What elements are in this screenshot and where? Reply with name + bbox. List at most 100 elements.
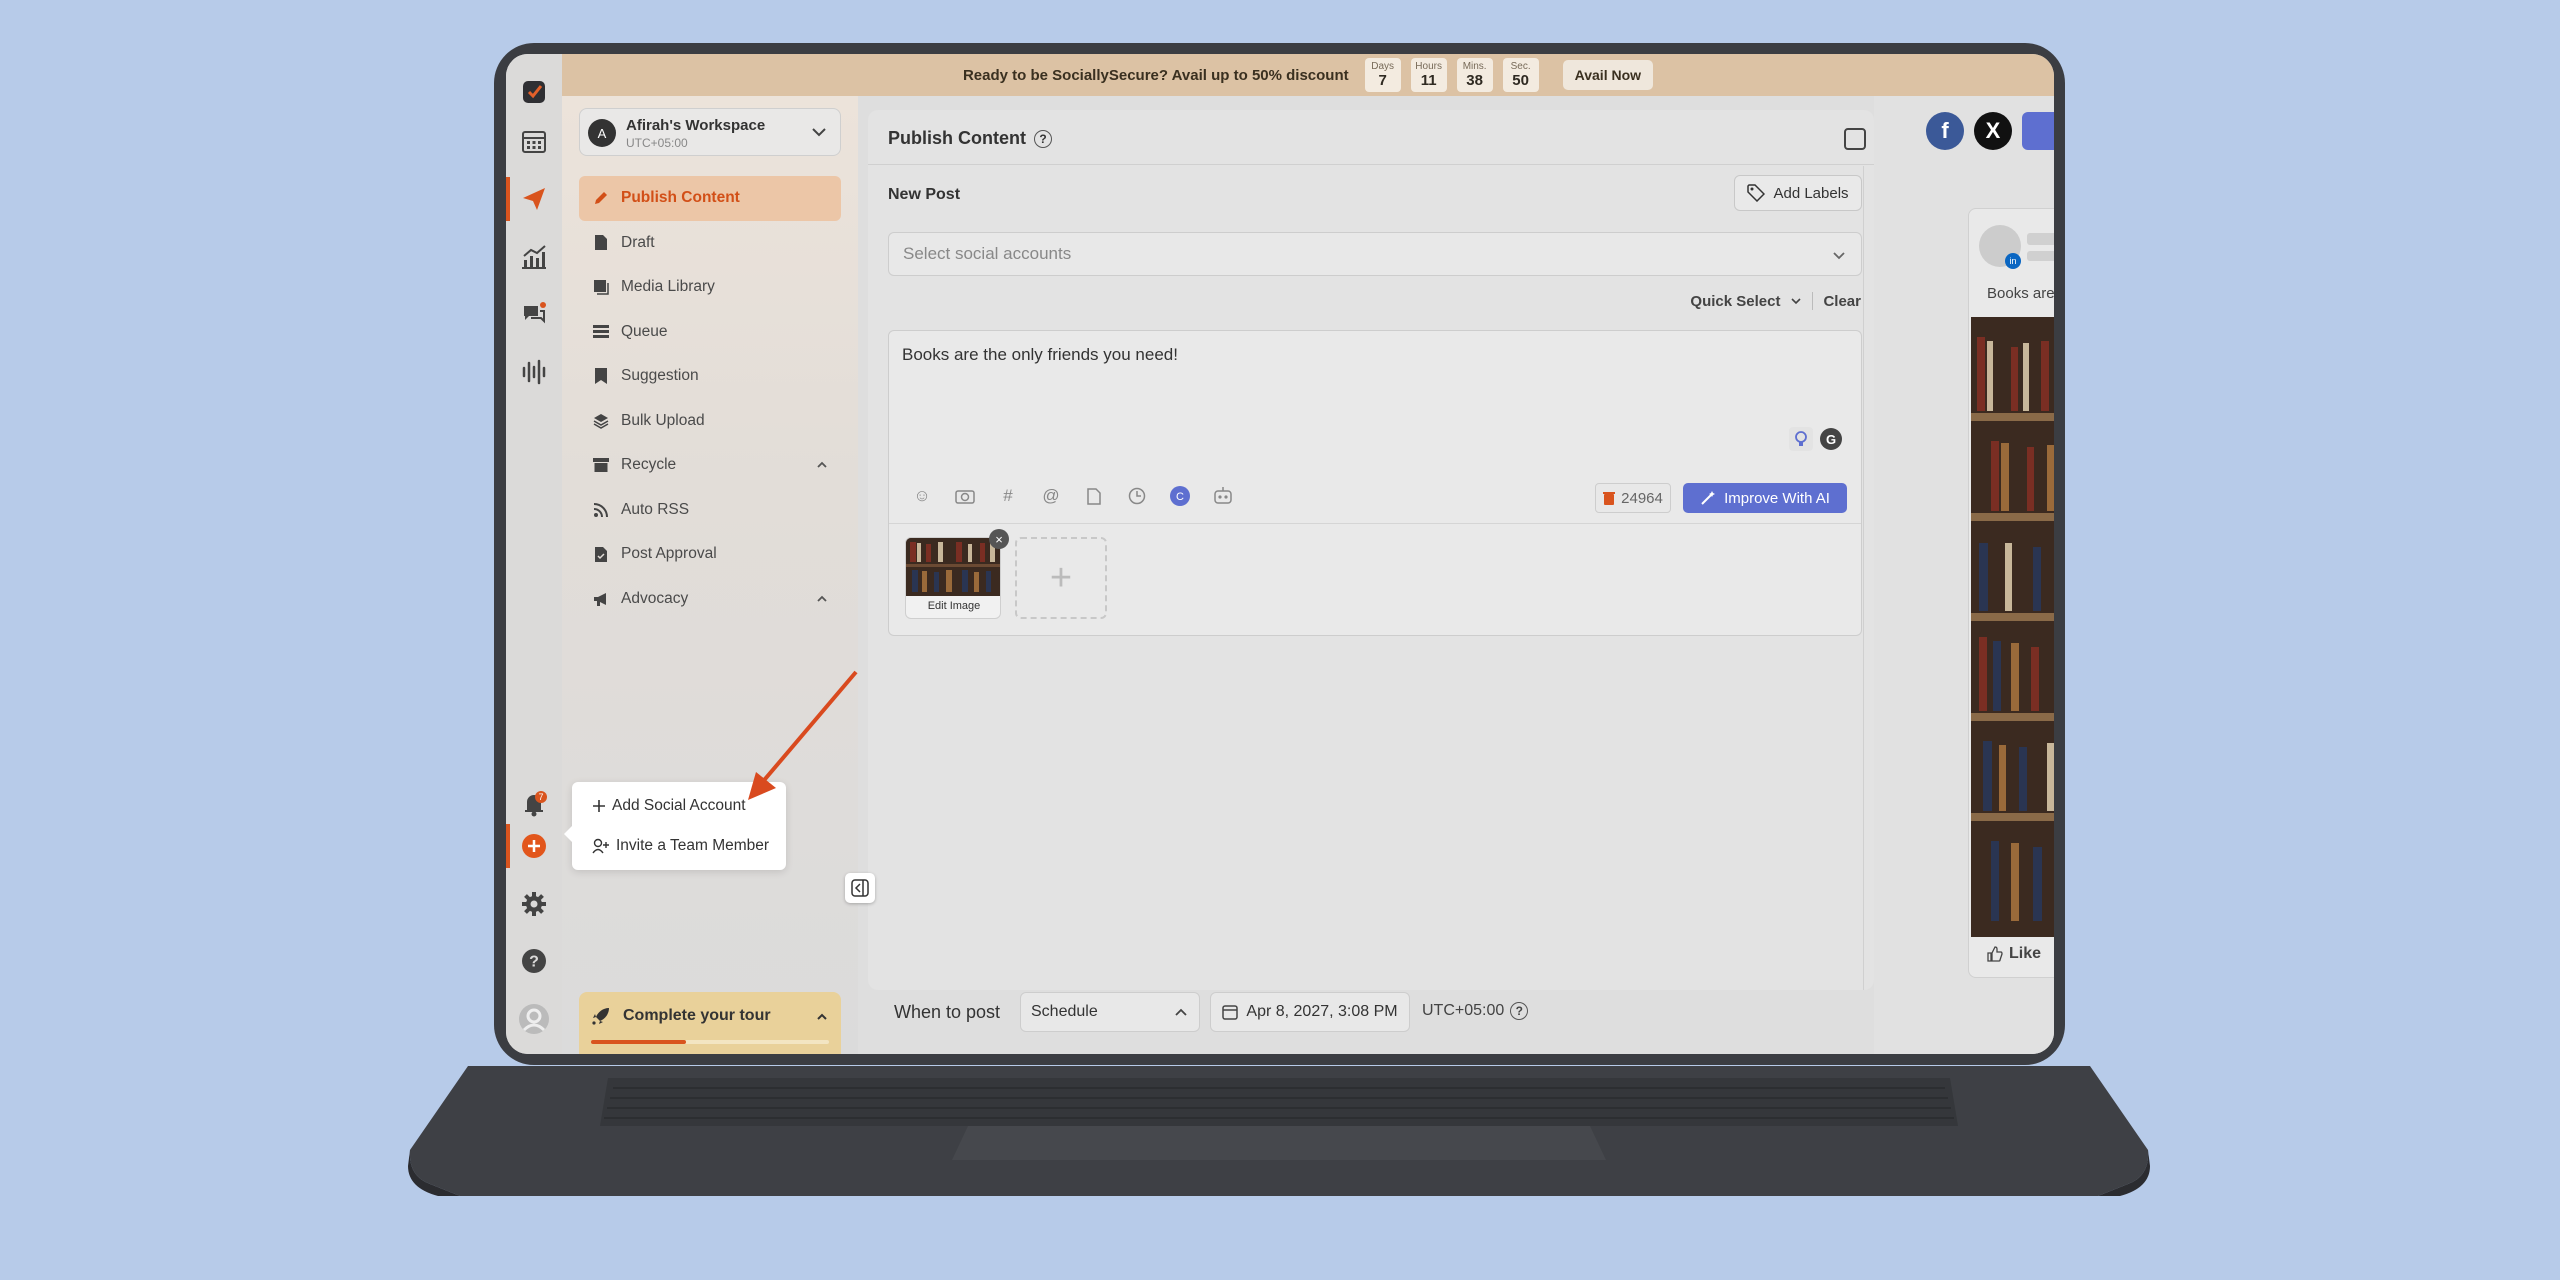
publish-card: Publish Content ? New Post Add Labels Se… — [868, 110, 1874, 990]
remove-image-icon[interactable]: × — [989, 529, 1009, 549]
sidebar-item-label: Media Library — [621, 278, 715, 296]
tour-progress-track — [591, 1040, 829, 1044]
clear-button[interactable]: Clear — [1823, 293, 1861, 310]
queue-icon — [593, 323, 609, 341]
sidebar-collapse-button[interactable] — [845, 873, 875, 903]
help-icon[interactable]: ? — [506, 939, 562, 983]
sidebar-menu: Publish Content Draft Media Library Queu… — [579, 176, 841, 621]
bulb-icon[interactable] — [1788, 426, 1814, 452]
sidebar-item-label: Publish Content — [621, 189, 740, 207]
sidebar-item-advocacy[interactable]: Advocacy — [579, 577, 841, 622]
complete-tour-card[interactable]: Complete your tour — [579, 992, 841, 1054]
new-post-heading: New Post — [888, 186, 961, 203]
date-picker[interactable]: Apr 8, 2027, 3:08 PM — [1210, 992, 1410, 1032]
emoji-icon[interactable]: ☺ — [909, 483, 935, 509]
sidebar-item-bulk-upload[interactable]: Bulk Upload — [579, 399, 841, 444]
notification-count: 7 — [538, 792, 543, 802]
improve-with-ai-button[interactable]: Improve With AI — [1683, 483, 1847, 513]
sidebar-item-queue[interactable]: Queue — [579, 310, 841, 355]
quick-select-dropdown[interactable]: Quick Select — [1690, 293, 1780, 310]
sidebar-item-post-approval[interactable]: Post Approval — [579, 532, 841, 577]
more-networks-icon[interactable] — [2022, 112, 2054, 150]
calendar-icon[interactable] — [506, 119, 562, 163]
sidebar-item-recycle[interactable]: Recycle — [579, 443, 841, 488]
icon-rail: 7 ? — [506, 54, 562, 1054]
sidebar-item-label: Queue — [621, 322, 668, 340]
help-icon[interactable]: ? — [1510, 1002, 1529, 1020]
post-text[interactable]: Books are the only friends you need! — [902, 345, 1178, 365]
rss-icon — [593, 501, 609, 519]
x-icon[interactable]: X — [1974, 112, 2012, 150]
profile-icon[interactable] — [506, 997, 562, 1041]
add-icon[interactable] — [506, 824, 562, 868]
clock-icon[interactable] — [1124, 483, 1150, 509]
media-divider — [889, 523, 1861, 524]
promo-banner: Ready to be SociallySecure? Avail up to … — [562, 54, 2054, 96]
sidebar-item-auto-rss[interactable]: Auto RSS — [579, 488, 841, 533]
camera-icon[interactable] — [952, 483, 978, 509]
grammarly-icon[interactable]: G — [1818, 426, 1844, 452]
sidebar-item-label: Advocacy — [621, 589, 689, 607]
timezone-label: UTC+05:00 ? — [1422, 1002, 1529, 1020]
sidebar-item-label: Recycle — [621, 456, 677, 474]
hashtag-icon[interactable]: # — [995, 483, 1021, 509]
add-labels-button[interactable]: Add Labels — [1734, 175, 1862, 211]
avail-now-button[interactable]: Avail Now — [1562, 60, 1654, 90]
schedule-select[interactable]: Schedule — [1020, 992, 1200, 1032]
analytics-icon[interactable] — [506, 235, 562, 279]
bell-icon[interactable]: 7 — [506, 782, 562, 826]
send-icon[interactable] — [506, 177, 562, 221]
sidebar-item-draft[interactable]: Draft — [579, 221, 841, 266]
audio-icon[interactable] — [506, 350, 562, 394]
social-accounts-select[interactable]: Select social accounts — [888, 232, 1862, 276]
edit-image-label[interactable]: Edit Image — [906, 600, 1000, 612]
composer-assist: G — [1788, 426, 1844, 452]
sidebar: A Afirah's Workspace UTC+05:00 Publish C… — [562, 96, 858, 1054]
pen-icon — [593, 189, 609, 207]
page-title: Publish Content ? — [888, 128, 1052, 149]
post-composer[interactable]: Books are the only friends you need! G ☺… — [888, 330, 1862, 636]
add-media-button[interactable]: + — [1015, 537, 1107, 619]
help-icon[interactable]: ? — [1034, 129, 1052, 148]
approval-icon — [593, 545, 609, 563]
sidebar-item-media-library[interactable]: Media Library — [579, 265, 841, 310]
laptop-base — [408, 1066, 2150, 1196]
countdown-hours: Hours 11 — [1410, 58, 1447, 92]
chevron-down-icon — [1833, 252, 1845, 260]
magic-wand-icon — [1701, 491, 1716, 505]
add-social-account-item[interactable]: Add Social Account — [592, 794, 746, 818]
mention-icon[interactable]: @ — [1038, 483, 1064, 509]
post-footer: When to post Schedule Apr 8, 2027, 3:08 … — [858, 976, 1878, 1054]
attached-image-thumbnail[interactable]: Edit Image — [905, 537, 1001, 619]
document-icon[interactable] — [1081, 483, 1107, 509]
linkedin-icon: in — [2005, 253, 2021, 269]
svg-text:?: ? — [529, 954, 539, 971]
rocket-icon — [592, 1008, 609, 1025]
tour-label: Complete your tour — [623, 1007, 771, 1024]
chat-icon[interactable] — [506, 292, 562, 336]
like-button[interactable]: Like — [1987, 945, 2041, 963]
facebook-icon[interactable]: f — [1926, 112, 1964, 150]
collapse-left-icon — [851, 879, 869, 897]
post-editor: New Post Add Labels Select social accoun… — [868, 166, 1864, 990]
logo-icon[interactable] — [506, 70, 562, 114]
quick-select-bar: Quick Select Clear — [1690, 292, 1861, 310]
canva-icon[interactable]: C — [1167, 483, 1193, 509]
settings-icon[interactable] — [506, 882, 562, 926]
robot-icon[interactable] — [1210, 483, 1236, 509]
preview-image — [1971, 317, 2054, 937]
invite-team-member-item[interactable]: Invite a Team Member — [592, 834, 769, 858]
sidebar-item-label: Suggestion — [621, 367, 699, 385]
add-menu-popup: Add Social Account Invite a Team Member — [564, 782, 786, 870]
sidebar-item-publish-content[interactable]: Publish Content — [579, 176, 841, 221]
preview-caption: Books are — [1987, 285, 2054, 302]
app-screen: 7 ? Ready to be SociallySecure? Avail up… — [506, 54, 2054, 1054]
thumbs-up-icon — [1987, 946, 2003, 962]
preview-panel: f X in Books are Like — [1874, 96, 2054, 1054]
sidebar-item-suggestion[interactable]: Suggestion — [579, 354, 841, 399]
tag-icon — [1747, 184, 1766, 202]
workspace-selector[interactable]: A Afirah's Workspace UTC+05:00 — [579, 108, 841, 156]
svg-text:C: C — [1176, 491, 1184, 503]
sidebar-item-label: Bulk Upload — [621, 411, 705, 429]
preview-toggle-icon[interactable] — [1844, 128, 1866, 150]
